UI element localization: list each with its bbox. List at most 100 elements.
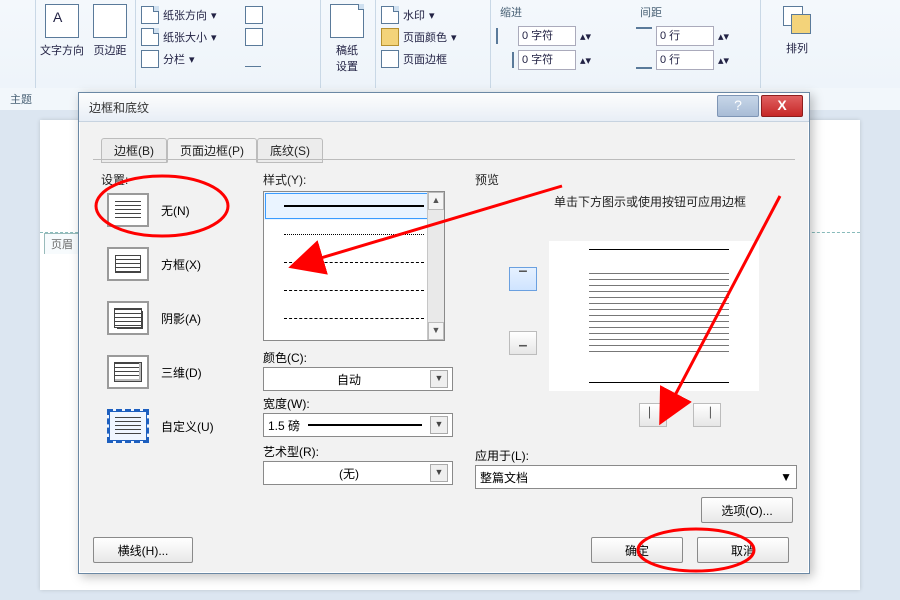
art-combo[interactable]: (无) ▼ [263, 461, 453, 485]
margins-button[interactable]: 页边距 [87, 4, 133, 58]
options-button[interactable]: 选项(O)... [701, 497, 793, 523]
chevron-down-icon: ▾ [451, 31, 457, 44]
style-scrollbar[interactable]: ▲ ▼ [427, 192, 444, 340]
size-button[interactable]: 纸张大小 ▾ [141, 28, 217, 46]
ok-button[interactable]: 确定 [591, 537, 683, 563]
setting-custom-icon [107, 409, 149, 443]
ribbon-group-theme [0, 0, 36, 88]
indent-left-input[interactable]: 0 字符 [518, 26, 576, 46]
pagecolor-icon [381, 28, 399, 46]
ribbon-group-arrange: 排列 [760, 0, 840, 88]
art-value: (无) [268, 465, 430, 482]
setting-box[interactable]: 方框(X) [107, 247, 201, 281]
color-combo[interactable]: 自动 ▼ [263, 367, 453, 391]
setting-none-icon [107, 193, 149, 227]
spinner-icon[interactable]: ▴▾ [580, 30, 591, 43]
orientation-button[interactable]: 纸张方向 ▾ [141, 6, 217, 24]
ribbon-group-background: 水印 ▾ 页面颜色 ▾ 页面边框 [375, 0, 491, 88]
style-item-dashdot[interactable] [264, 304, 444, 332]
spinner-icon[interactable]: ▴▾ [718, 54, 729, 67]
text-direction-button[interactable]: A 文字方向 [39, 4, 85, 58]
style-item-dotted[interactable] [264, 220, 444, 248]
breaks-button[interactable] [245, 6, 263, 24]
setting-shadow[interactable]: 阴影(A) [107, 301, 201, 335]
pagecolor-button[interactable]: 页面颜色 ▾ [381, 28, 457, 46]
theme-label: 主题 [10, 91, 32, 107]
indent-right-icon [496, 52, 514, 68]
indent-left-icon [496, 28, 514, 44]
spacing-after-row: 0 行 ▴▾ [636, 50, 729, 70]
indent-right-row: 0 字符 ▴▾ [496, 50, 591, 70]
setting-box-label: 方框(X) [161, 256, 201, 273]
preview-paragraph-lines [589, 273, 729, 353]
preview-bottom-border [589, 382, 729, 383]
pagecolor-label: 页面颜色 [403, 29, 447, 45]
dialog-help-button[interactable]: ? [717, 95, 759, 117]
text-direction-icon: A [45, 4, 79, 38]
indent-left-row: 0 字符 ▴▾ [496, 26, 591, 46]
settings-label: 设置: [101, 171, 128, 188]
chevron-down-icon: ▼ [430, 464, 448, 482]
preview-top-border [589, 249, 729, 250]
arrange-button[interactable]: 排列 [774, 4, 820, 56]
width-combo[interactable]: 1.5 磅 ▼ [263, 413, 453, 437]
dialog-close-button[interactable]: X [761, 95, 803, 117]
setting-3d[interactable]: 三维(D) [107, 355, 202, 389]
chevron-down-icon: ▾ [211, 31, 217, 44]
style-item-dashed-small[interactable] [264, 248, 444, 276]
spacing-after-input[interactable]: 0 行 [656, 50, 714, 70]
chevron-down-icon: ▼ [430, 370, 448, 388]
chevron-down-icon: ▾ [429, 9, 435, 22]
setting-box-icon [107, 247, 149, 281]
setting-shadow-icon [107, 301, 149, 335]
scroll-down-button[interactable]: ▼ [428, 322, 444, 340]
edge-left-button[interactable]: ▏ [639, 403, 667, 427]
width-value: 1.5 磅 [268, 417, 300, 434]
spinner-icon[interactable]: ▴▾ [580, 54, 591, 67]
indent-header: 缩进 [500, 4, 522, 20]
cancel-button[interactable]: 取消 [697, 537, 789, 563]
watermark-label: 水印 [403, 7, 425, 23]
hyphen-button[interactable] [245, 50, 261, 67]
color-label: 颜色(C): [263, 349, 307, 366]
spacing-before-input[interactable]: 0 行 [656, 26, 714, 46]
ribbon-group-blankpaper: 稿纸 设置 [320, 0, 376, 88]
scroll-up-button[interactable]: ▲ [428, 192, 444, 210]
indent-right-input[interactable]: 0 字符 [518, 50, 576, 70]
style-item-solid[interactable] [264, 192, 444, 220]
chevron-down-icon: ▾ [211, 9, 217, 22]
ribbon-group-pagesetup: 纸张方向 ▾ 纸张大小 ▾ 分栏 ▾ [135, 0, 321, 88]
borders-and-shading-dialog: 边框和底纹 ? X 边框(B) 页面边框(P) 底纹(S) 设置: 无(N) 方… [78, 92, 810, 574]
spacing-before-icon [636, 27, 652, 45]
edge-top-button[interactable]: ▔ [509, 267, 537, 291]
edge-bottom-button[interactable]: ▁ [509, 331, 537, 355]
spinner-icon[interactable]: ▴▾ [718, 30, 729, 43]
setting-none[interactable]: 无(N) [107, 193, 190, 227]
setting-custom[interactable]: 自定义(U) [107, 409, 214, 443]
style-item-dashed-long[interactable] [264, 276, 444, 304]
style-listbox[interactable]: ▲ ▼ [263, 191, 445, 341]
blankpaper-button[interactable]: 稿纸 设置 [324, 4, 370, 74]
spacing-header: 间距 [640, 4, 662, 20]
style-label: 样式(Y): [263, 171, 306, 188]
dialog-titlebar[interactable]: 边框和底纹 ? X [79, 93, 809, 122]
edge-right-button[interactable]: ▕ [693, 403, 721, 427]
dialog-title: 边框和底纹 [89, 99, 149, 116]
watermark-button[interactable]: 水印 ▾ [381, 6, 435, 24]
linenum-button[interactable] [245, 28, 263, 46]
columns-button[interactable]: 分栏 ▾ [141, 50, 195, 68]
horizontal-line-button[interactable]: 横线(H)... [93, 537, 193, 563]
apply-to-label: 应用于(L): [475, 447, 529, 464]
chevron-down-icon: ▼ [780, 470, 792, 484]
margins-label: 页边距 [94, 45, 127, 57]
arrange-icon [781, 4, 813, 36]
preview-box[interactable] [549, 241, 759, 391]
apply-to-combo[interactable]: 整篇文档 ▼ [475, 465, 797, 489]
width-label: 宽度(W): [263, 395, 310, 412]
text-direction-label: 文字方向 [40, 45, 84, 57]
pageborder-label: 页面边框 [403, 51, 447, 67]
pageborder-icon [381, 50, 399, 68]
arrange-label: 排列 [786, 43, 808, 55]
pageborder-button[interactable]: 页面边框 [381, 50, 447, 68]
linenum-icon [245, 28, 263, 46]
